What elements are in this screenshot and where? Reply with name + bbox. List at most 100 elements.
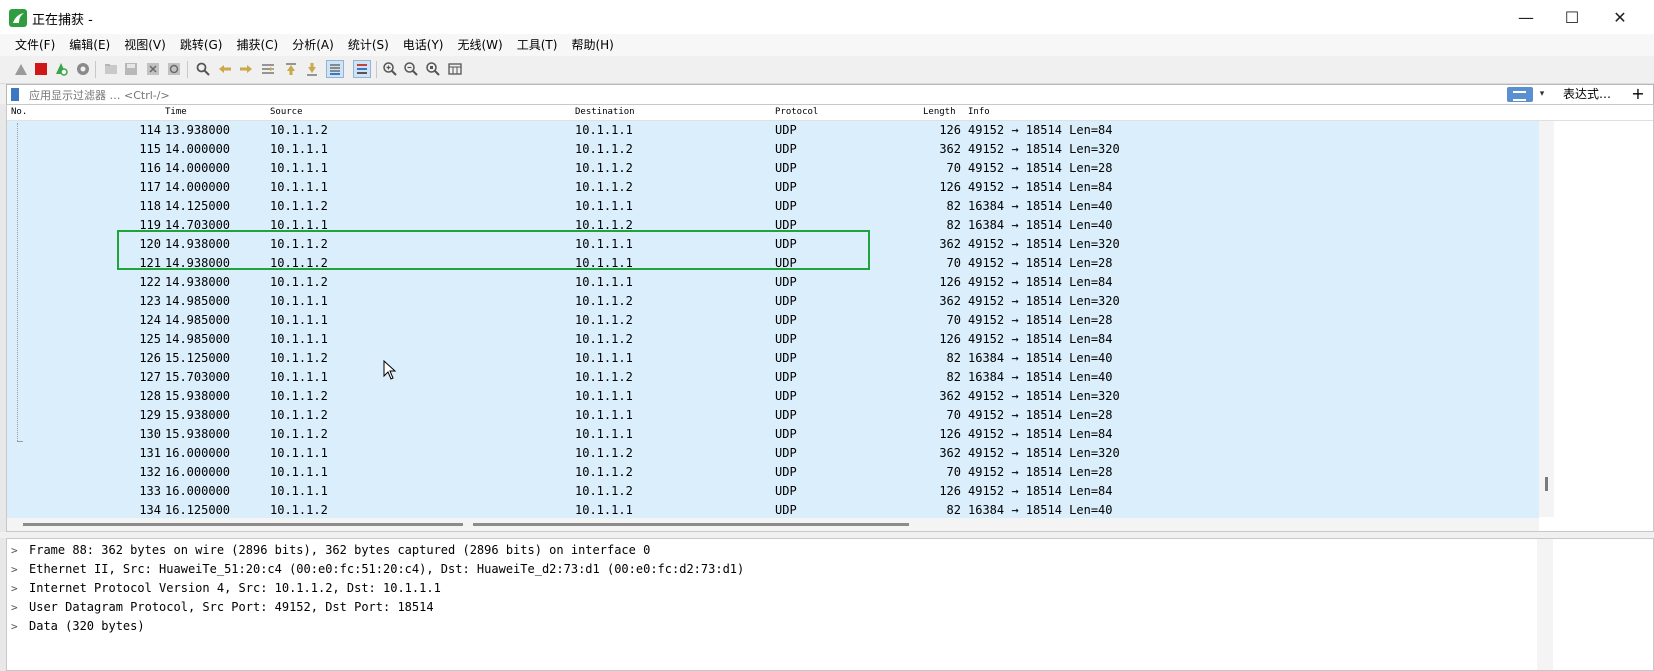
autoscroll-icon[interactable] bbox=[326, 60, 344, 78]
menu-tools[interactable]: 工具(T) bbox=[510, 34, 565, 56]
menu-edit[interactable]: 编辑(E) bbox=[62, 34, 117, 56]
back-icon[interactable] bbox=[216, 60, 234, 78]
packet-number: 125 bbox=[139, 332, 161, 346]
filter-bookmark-icon[interactable] bbox=[11, 88, 19, 101]
detail-row-ethernet[interactable]: > Ethernet II, Src: HuaweiTe_51:20:c4 (0… bbox=[7, 560, 1537, 579]
colorize-icon[interactable] bbox=[353, 60, 371, 78]
apply-filter-arrow-icon[interactable] bbox=[1507, 87, 1533, 102]
packet-source: 10.1.1.1 bbox=[270, 370, 328, 384]
horizontal-scroll-thumb[interactable] bbox=[23, 523, 463, 526]
packet-info: 49152 → 18514 Len=84 bbox=[968, 332, 1113, 346]
wireshark-logo-icon bbox=[9, 9, 27, 27]
packet-list-vertical-scrollbar[interactable] bbox=[1539, 121, 1554, 517]
column-header-protocol[interactable]: Protocol bbox=[775, 107, 818, 117]
chevron-right-icon[interactable]: > bbox=[11, 560, 23, 579]
menu-analyze[interactable]: 分析(A) bbox=[285, 34, 341, 56]
menu-capture[interactable]: 捕获(C) bbox=[229, 34, 285, 56]
packet-destination: 10.1.1.1 bbox=[575, 408, 633, 422]
table-row[interactable]: 114 13.938000 10.1.1.2 10.1.1.1 UDP 126 49152 … bbox=[7, 121, 1539, 140]
packet-destination: 10.1.1.1 bbox=[575, 427, 633, 441]
chevron-right-icon[interactable]: > bbox=[11, 617, 23, 636]
table-row[interactable]: 117 14.000000 10.1.1.1 10.1.1.2 UDP 126 49152 … bbox=[7, 178, 1539, 197]
packet-info: 49152 → 18514 Len=28 bbox=[968, 408, 1113, 422]
column-header-source[interactable]: Source bbox=[270, 107, 303, 117]
menu-telephony[interactable]: 电话(Y) bbox=[396, 34, 451, 56]
resize-columns-icon[interactable] bbox=[446, 60, 464, 78]
horizontal-scroll-thumb-secondary[interactable] bbox=[473, 523, 909, 526]
table-row[interactable]: 129 15.938000 10.1.1.2 10.1.1.1 UDP 70 49152 →… bbox=[7, 406, 1539, 425]
column-header-length[interactable]: Length bbox=[923, 107, 956, 117]
table-row[interactable]: 126 15.125000 10.1.1.2 10.1.1.1 UDP 82 16384 →… bbox=[7, 349, 1539, 368]
zoom-normal-icon[interactable] bbox=[424, 60, 442, 78]
table-row[interactable]: 130 15.938000 10.1.1.2 10.1.1.1 UDP 126 49152 … bbox=[7, 425, 1539, 444]
restart-icon[interactable] bbox=[52, 60, 70, 78]
close-file-icon[interactable] bbox=[144, 60, 162, 78]
find-icon[interactable] bbox=[194, 60, 212, 78]
zoom-in-icon[interactable] bbox=[381, 60, 399, 78]
maximize-button[interactable]: ☐ bbox=[1549, 0, 1595, 34]
title-bar[interactable]: 正在捕获 - — ☐ ✕ bbox=[0, 0, 1654, 34]
detail-row-ipv4[interactable]: > Internet Protocol Version 4, Src: 10.1… bbox=[7, 579, 1537, 598]
table-row[interactable]: 118 14.125000 10.1.1.2 10.1.1.1 UDP 82 16384 →… bbox=[7, 197, 1539, 216]
minimize-button[interactable]: — bbox=[1503, 0, 1549, 34]
packet-length: 70 bbox=[946, 465, 961, 479]
last-icon[interactable] bbox=[303, 60, 321, 78]
packet-number: 115 bbox=[139, 142, 161, 156]
table-row[interactable]: 122 14.938000 10.1.1.2 10.1.1.1 UDP 126 49152 … bbox=[7, 273, 1539, 292]
menu-view[interactable]: 视图(V) bbox=[117, 34, 173, 56]
reload-icon[interactable] bbox=[165, 60, 183, 78]
forward-icon[interactable] bbox=[237, 60, 255, 78]
table-row[interactable]: 127 15.703000 10.1.1.1 10.1.1.2 UDP 82 16384 →… bbox=[7, 368, 1539, 387]
close-button[interactable]: ✕ bbox=[1597, 0, 1643, 34]
options-icon[interactable] bbox=[74, 60, 92, 78]
packet-destination: 10.1.1.2 bbox=[575, 484, 633, 498]
display-filter-input[interactable] bbox=[29, 85, 1489, 104]
open-icon[interactable] bbox=[102, 60, 120, 78]
table-row[interactable]: 125 14.985000 10.1.1.1 10.1.1.2 UDP 126 49152 … bbox=[7, 330, 1539, 349]
stop-icon[interactable] bbox=[32, 60, 50, 78]
packet-list-scroll-thumb[interactable] bbox=[1545, 477, 1548, 491]
packet-list-horizontal-scrollbar[interactable] bbox=[7, 518, 1539, 531]
menu-file[interactable]: 文件(F) bbox=[8, 34, 62, 56]
chevron-right-icon[interactable]: > bbox=[11, 598, 23, 617]
shark-fin-icon[interactable] bbox=[12, 60, 30, 78]
table-row[interactable]: 128 15.938000 10.1.1.2 10.1.1.1 UDP 362 49152 … bbox=[7, 387, 1539, 406]
zoom-out-icon[interactable] bbox=[402, 60, 420, 78]
table-row[interactable]: 116 14.000000 10.1.1.1 10.1.1.2 UDP 70 49152 →… bbox=[7, 159, 1539, 178]
menu-help[interactable]: 帮助(H) bbox=[564, 34, 620, 56]
menu-go[interactable]: 跳转(G) bbox=[173, 34, 230, 56]
table-row[interactable]: 133 16.000000 10.1.1.1 10.1.1.2 UDP 126 49152 … bbox=[7, 482, 1539, 501]
table-row[interactable]: 131 16.000000 10.1.1.1 10.1.1.2 UDP 362 49152 … bbox=[7, 444, 1539, 463]
filter-history-chevron-down-icon[interactable]: ▾ bbox=[1535, 85, 1549, 104]
packet-details-pane[interactable]: > Frame 88: 362 bytes on wire (2896 bits… bbox=[6, 538, 1654, 671]
packet-source: 10.1.1.1 bbox=[270, 446, 328, 460]
column-header-destination[interactable]: Destination bbox=[575, 107, 635, 117]
packet-source: 10.1.1.2 bbox=[270, 408, 328, 422]
expression-button[interactable]: 表达式… bbox=[1552, 84, 1622, 105]
packet-length: 126 bbox=[939, 123, 961, 137]
detail-row-udp[interactable]: > User Datagram Protocol, Src Port: 4915… bbox=[7, 598, 1537, 617]
menu-statistics[interactable]: 统计(S) bbox=[341, 34, 396, 56]
detail-row-frame[interactable]: > Frame 88: 362 bytes on wire (2896 bits… bbox=[7, 541, 1537, 560]
menu-wireless[interactable]: 无线(W) bbox=[451, 34, 510, 56]
packet-destination: 10.1.1.2 bbox=[575, 161, 633, 175]
save-icon[interactable] bbox=[122, 60, 140, 78]
chevron-right-icon[interactable]: > bbox=[11, 579, 23, 598]
packet-number: 129 bbox=[139, 408, 161, 422]
column-header-no[interactable]: No. bbox=[11, 107, 27, 117]
table-row[interactable]: 124 14.985000 10.1.1.1 10.1.1.2 UDP 70 49152 →… bbox=[7, 311, 1539, 330]
add-filter-button[interactable]: + bbox=[1628, 84, 1648, 105]
table-row[interactable]: 123 14.985000 10.1.1.1 10.1.1.2 UDP 362 49152 … bbox=[7, 292, 1539, 311]
menu-bar: 文件(F) 编辑(E) 视图(V) 跳转(G) 捕获(C) 分析(A) 统计(S… bbox=[0, 34, 1654, 56]
column-header-time[interactable]: Time bbox=[165, 107, 187, 117]
goto-icon[interactable] bbox=[259, 60, 277, 78]
column-header-info[interactable]: Info bbox=[968, 107, 990, 117]
chevron-right-icon[interactable]: > bbox=[11, 541, 23, 560]
detail-row-data[interactable]: > Data (320 bytes) bbox=[7, 617, 1537, 636]
table-row[interactable]: 115 14.000000 10.1.1.1 10.1.1.2 UDP 362 49152 … bbox=[7, 140, 1539, 159]
details-vertical-scrollbar[interactable] bbox=[1537, 539, 1553, 670]
packet-destination: 10.1.1.1 bbox=[575, 389, 633, 403]
packet-list[interactable]: No. Time Source Destination Protocol Len… bbox=[6, 104, 1654, 532]
first-icon[interactable] bbox=[282, 60, 300, 78]
table-row[interactable]: 132 16.000000 10.1.1.1 10.1.1.2 UDP 70 49152 →… bbox=[7, 463, 1539, 482]
